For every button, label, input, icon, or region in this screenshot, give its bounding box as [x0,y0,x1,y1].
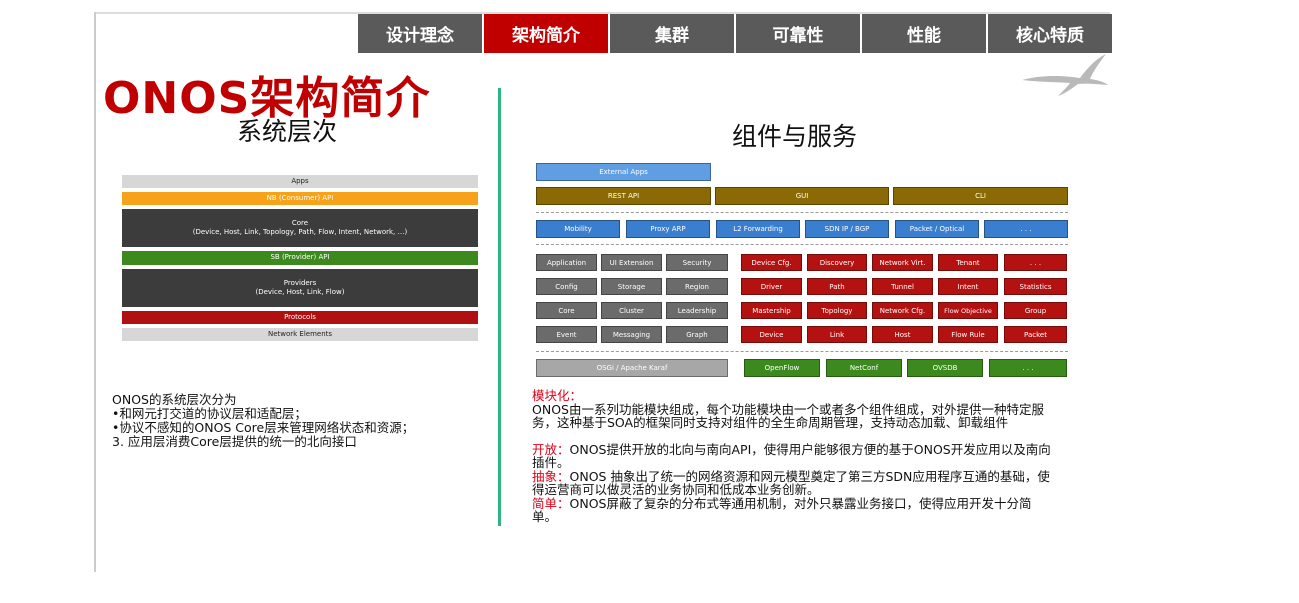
discovery-box: Discovery [807,254,867,271]
tab-core-features[interactable]: 核心特质 [988,14,1112,53]
netconf-box: NetConf [826,359,902,377]
network-cfg-box: Network Cfg. [872,302,933,319]
more-apps-box: . . . [984,220,1068,238]
external-apps-box: External Apps [536,163,711,181]
simple-text: ONOS屏蔽了复杂的分布式等通用机制，对外只暴露业务接口，使得应用开发十分简单。 [532,495,1032,524]
modular-paragraph: 模块化： ONOS由一系列功能模块组成，每个功能模块由一个或者多个组件组成，对外… [532,389,1052,430]
event-box: Event [536,326,597,343]
network-virt-box: Network Virt. [872,254,933,271]
tab-cluster[interactable]: 集群 [610,14,734,53]
left-desc-line: •协议不感知的ONOS Core层来管理网络状态和资源； [112,420,415,435]
left-desc-line: •和网元打交道的协议层和适配层； [112,406,307,421]
proxy-arp-box: Proxy ARP [626,220,710,238]
system-layers-diagram: Apps NB (Consumer) API Core (Device, Hos… [122,175,478,345]
nav-tabs: 设计理念 架构简介 集群 可靠性 性能 核心特质 [358,14,1114,54]
rest-api-box: REST API [536,187,711,205]
device-box: Device [741,326,802,343]
more-services-box: . . . [1004,254,1067,271]
cli-box: CLI [893,187,1068,205]
more-protocols-box: . . . [989,359,1067,377]
core-box: Core [536,302,597,319]
link-box: Link [807,326,867,343]
statistics-box: Statistics [1004,278,1067,295]
components-services-diagram: External Apps REST API GUI CLI Mobility … [536,163,1068,381]
path-box: Path [807,278,867,295]
right-description: 模块化： ONOS由一系列功能模块组成，每个功能模块由一个或者多个组件组成，对外… [532,389,1052,537]
left-subtitle: 系统层次 [237,117,338,146]
open-paragraph: 开放：ONOS提供开放的北向与南向API，使得用户能够很方便的基于ONOS开发应… [532,441,1052,470]
open-text: ONOS提供开放的北向与南向API，使得用户能够很方便的基于ONOS开发应用以及… [532,441,1051,470]
storage-box: Storage [601,278,662,295]
layer-apps: Apps [122,175,478,188]
flow-objective-box: Flow Objective [938,302,998,319]
left-desc-line: 3. 应用层消费Core层提供的统一的北向接口 [112,434,357,449]
flow-rule-box: Flow Rule [938,326,998,343]
tab-performance[interactable]: 性能 [862,14,986,53]
packet-box: Packet [1004,326,1067,343]
layer-protocols: Protocols [122,311,478,324]
osgi-karaf-box: OSGi / Apache Karaf [536,359,728,377]
right-subtitle: 组件与服务 [732,122,858,151]
layer-providers: Providers (Device, Host, Link, Flow) [122,269,478,307]
security-box: Security [666,254,728,271]
layer-network-elements: Network Elements [122,328,478,341]
region-box: Region [666,278,728,295]
separator-line [536,351,1068,352]
mastership-box: Mastership [741,302,802,319]
intent-box: Intent [938,278,998,295]
abstract-text: ONOS 抽象出了统一的网络资源和网元模型奠定了第三方SDN应用程序互通的基础，… [532,468,1050,497]
tenant-box: Tenant [938,254,998,271]
openflow-box: OpenFlow [744,359,820,377]
topology-box: Topology [807,302,867,319]
l2-forwarding-box: L2 Forwarding [716,220,800,238]
tab-reliability[interactable]: 可靠性 [736,14,860,53]
left-desc-line: ONOS的系统层次分为 [112,392,237,407]
graph-box: Graph [666,326,728,343]
ovsdb-box: OVSDB [907,359,983,377]
messaging-box: Messaging [601,326,662,343]
tab-design-philosophy[interactable]: 设计理念 [358,14,482,53]
layer-nb-api: NB (Consumer) API [122,192,478,205]
modular-text: ONOS由一系列功能模块组成，每个功能模块由一个或者多个组件组成，对外提供一种特… [532,401,1044,430]
leadership-box: Leadership [666,302,728,319]
layer-core: Core (Device, Host, Link, Topology, Path… [122,209,478,247]
left-border [94,12,96,572]
left-description: ONOS的系统层次分为 •和网元打交道的协议层和适配层； •协议不感知的ONOS… [112,393,482,449]
abstract-paragraph: 抽象：ONOS 抽象出了统一的网络资源和网元模型奠定了第三方SDN应用程序互通的… [532,468,1052,497]
application-box: Application [536,254,597,271]
config-box: Config [536,278,597,295]
packet-optical-box: Packet / Optical [895,220,979,238]
sdn-ip-bgp-box: SDN IP / BGP [805,220,889,238]
separator-line [536,244,1068,245]
gui-box: GUI [715,187,889,205]
tunnel-box: Tunnel [872,278,933,295]
bird-logo-icon [1022,54,1108,96]
group-box: Group [1004,302,1067,319]
simple-paragraph: 简单：ONOS屏蔽了复杂的分布式等通用机制，对外只暴露业务接口，使得应用开发十分… [532,495,1052,524]
tab-architecture[interactable]: 架构简介 [484,14,608,53]
cluster-box: Cluster [601,302,662,319]
host-box: Host [872,326,933,343]
driver-box: Driver [741,278,802,295]
device-cfg-box: Device Cfg. [741,254,802,271]
mobility-box: Mobility [536,220,620,238]
separator-line [536,212,1068,213]
vertical-divider [498,88,501,526]
layer-sb-api: SB (Provider) API [122,251,478,265]
ui-extension-box: UI Extension [601,254,662,271]
